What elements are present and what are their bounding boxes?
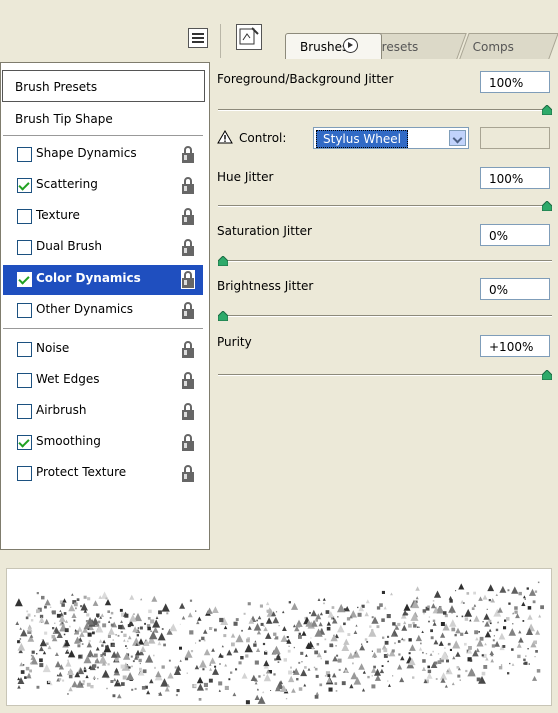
brush-option-scattering[interactable]: Scattering <box>3 171 203 201</box>
lock-icon[interactable] <box>181 238 195 257</box>
texture-checkbox[interactable] <box>17 209 32 224</box>
wet-edges-checkbox[interactable] <box>17 373 32 388</box>
chevron-down-icon[interactable] <box>449 130 466 146</box>
color-dynamics-checkbox[interactable] <box>17 272 32 287</box>
lock-icon[interactable] <box>181 270 195 289</box>
fg-bg-jitter-label: Foreground/Background Jitter <box>217 72 394 86</box>
dual-brush-label: Dual Brush <box>36 239 102 253</box>
lock-icon[interactable] <box>181 207 195 226</box>
warning-icon <box>217 130 233 144</box>
noise-checkbox[interactable] <box>17 342 32 357</box>
airbrush-checkbox[interactable] <box>17 404 32 419</box>
scattering-checkbox[interactable] <box>17 178 32 193</box>
shape-dynamics-checkbox[interactable] <box>17 147 32 162</box>
smoothing-checkbox[interactable] <box>17 435 32 450</box>
smoothing-label: Smoothing <box>36 434 101 448</box>
hue-jitter-input[interactable]: 100% <box>480 167 550 189</box>
purity-slider[interactable] <box>218 374 552 376</box>
lock-icon[interactable] <box>181 402 195 421</box>
lock-icon[interactable] <box>181 145 195 164</box>
tab-comps[interactable]: Comps <box>459 33 558 59</box>
brush-tip-shape-item[interactable]: Brush Tip Shape <box>3 106 203 136</box>
saturation-jitter-slider-thumb[interactable] <box>217 255 229 267</box>
brush-option-other-dynamics[interactable]: Other Dynamics <box>3 296 203 326</box>
brightness-jitter-label: Brightness Jitter <box>217 279 314 293</box>
purity-label: Purity <box>217 335 252 349</box>
brush-option-protect-texture[interactable]: Protect Texture <box>3 459 203 489</box>
panel-tab-bar: Comps Presets Brushes <box>0 0 558 62</box>
other-dynamics-label: Other Dynamics <box>36 302 134 316</box>
lock-icon[interactable] <box>181 371 195 390</box>
saturation-jitter-input[interactable]: 0% <box>480 224 550 246</box>
fg-bg-jitter-input[interactable]: 100% <box>480 71 550 93</box>
control-extra-field <box>480 127 550 149</box>
brush-option-texture[interactable]: Texture <box>3 202 203 232</box>
color-dynamics-label: Color Dynamics <box>36 271 141 285</box>
lock-icon[interactable] <box>181 340 195 359</box>
tool-presets-icon[interactable] <box>236 24 262 50</box>
lock-icon[interactable] <box>181 176 195 195</box>
brush-option-dual-brush[interactable]: Dual Brush <box>3 233 203 263</box>
brightness-jitter-input[interactable]: 0% <box>480 278 550 300</box>
lock-icon[interactable] <box>181 464 195 483</box>
brush-presets-button[interactable]: Brush Presets <box>2 70 205 102</box>
panel-menu-icon[interactable] <box>188 28 208 48</box>
dock-separator <box>220 24 221 58</box>
tab-brushes-label: Brushes <box>300 40 349 54</box>
brush-option-noise[interactable]: Noise <box>3 335 203 365</box>
brush-option-airbrush[interactable]: Airbrush <box>3 397 203 427</box>
group-separator <box>3 328 203 329</box>
texture-label: Texture <box>36 208 80 222</box>
brush-option-wet-edges[interactable]: Wet Edges <box>3 366 203 396</box>
lock-icon[interactable] <box>181 433 195 452</box>
scattering-label: Scattering <box>36 177 98 191</box>
hue-jitter-slider-thumb[interactable] <box>541 200 553 212</box>
dual-brush-checkbox[interactable] <box>17 240 32 255</box>
purity-slider-thumb[interactable] <box>541 369 553 381</box>
shape-dynamics-label: Shape Dynamics <box>36 146 137 160</box>
other-dynamics-checkbox[interactable] <box>17 303 32 318</box>
airbrush-label: Airbrush <box>36 403 87 417</box>
tab-comps-label: Comps <box>472 40 514 54</box>
panel-menu-play-icon[interactable] <box>343 38 358 53</box>
control-label: Control: <box>239 131 287 145</box>
hue-jitter-slider[interactable] <box>218 205 552 207</box>
noise-label: Noise <box>36 341 70 355</box>
control-dropdown[interactable]: Stylus Wheel <box>313 127 469 149</box>
wet-edges-label: Wet Edges <box>36 372 100 386</box>
protect-texture-label: Protect Texture <box>36 465 127 479</box>
control-selected-value: Stylus Wheel <box>316 130 408 148</box>
brush-option-shape-dynamics[interactable]: Shape Dynamics <box>3 140 203 170</box>
tab-brushes[interactable]: Brushes <box>285 33 382 59</box>
fg-bg-jitter-slider-thumb[interactable] <box>541 104 553 116</box>
saturation-jitter-slider[interactable] <box>218 260 552 262</box>
brush-option-color-dynamics[interactable]: Color Dynamics <box>3 265 203 295</box>
brightness-jitter-slider-thumb[interactable] <box>217 310 229 322</box>
brightness-jitter-slider[interactable] <box>218 315 552 317</box>
protect-texture-checkbox[interactable] <box>17 466 32 481</box>
brush-option-smoothing[interactable]: Smoothing <box>3 428 203 458</box>
lock-icon[interactable] <box>181 301 195 320</box>
brush-stroke-preview <box>6 568 552 706</box>
hue-jitter-label: Hue Jitter <box>217 170 274 184</box>
saturation-jitter-label: Saturation Jitter <box>217 224 312 238</box>
fg-bg-jitter-slider[interactable] <box>218 109 552 111</box>
purity-input[interactable]: +100% <box>480 335 550 357</box>
